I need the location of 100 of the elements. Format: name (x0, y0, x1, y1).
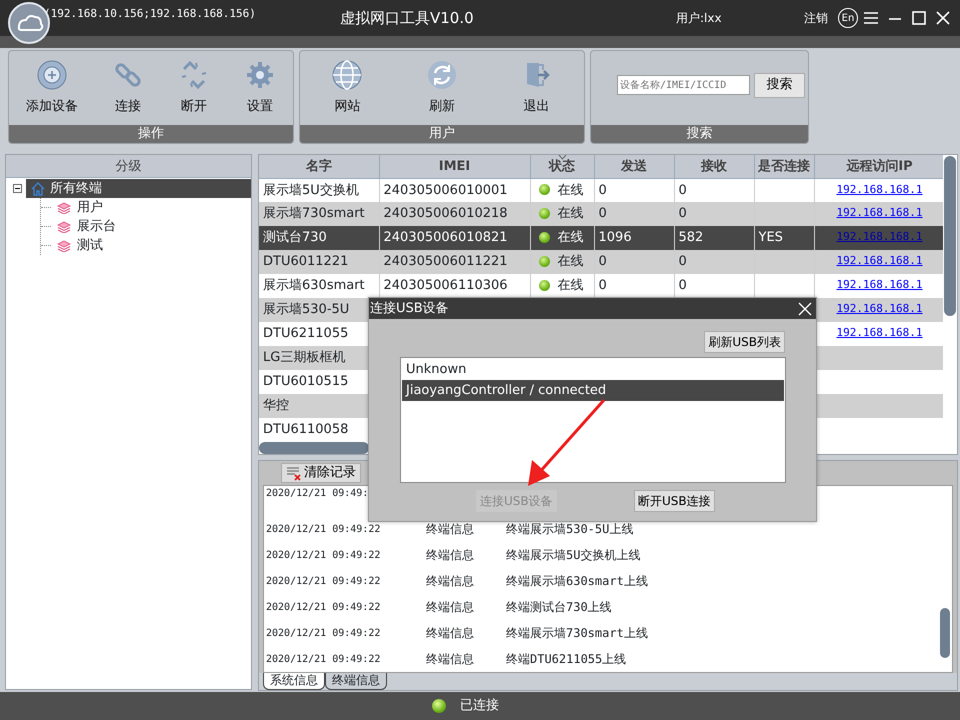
log-time: 2020/12/21 09:49:22 (266, 574, 382, 588)
log-tab[interactable]: 终端信息 (325, 673, 387, 690)
table-cell: 在线 (558, 206, 584, 222)
table-cell: 展示墙630smart (259, 274, 379, 298)
log-category: 终端信息 (426, 521, 475, 538)
group-label: 操作 (9, 125, 293, 143)
table-cell: 0 (594, 274, 674, 298)
layers-icon (57, 240, 71, 252)
table-row[interactable]: DTU6011221 240305006011221 在线 0 0 192.168.168.1 (259, 250, 943, 274)
clear-list-icon (286, 465, 302, 481)
table-cell: DTU6011221 (259, 250, 379, 274)
panel-header: 分级 (6, 155, 251, 178)
toolbar-button[interactable]: 刷新 (426, 59, 458, 117)
search-field[interactable]: 设备名称/IMEI/ICCID (617, 75, 750, 95)
language-button[interactable]: En (838, 8, 858, 28)
table-cell: YES (754, 226, 814, 250)
log-time: 2020/12/21 09:49:22 (266, 522, 382, 536)
column-header[interactable]: 状态 (530, 155, 594, 178)
ip-link[interactable]: 192.168.168.1 (836, 182, 923, 196)
log-category: 终端信息 (426, 651, 475, 668)
log-category: 终端信息 (426, 599, 475, 616)
toolbar-button[interactable]: 设置 (244, 59, 276, 117)
table-cell: 展示墙730smart (259, 202, 379, 226)
table-row[interactable]: 展示墙730smart 240305006010218 在线 0 0 192.168.168.1 (259, 202, 943, 226)
refresh-usb-button[interactable]: 刷新USB列表 (704, 331, 785, 353)
close-icon[interactable] (934, 9, 952, 27)
home-icon (30, 180, 46, 196)
maximize-icon[interactable] (910, 9, 928, 27)
address-text: (192.168.10.156;192.168.168.156) (44, 6, 257, 22)
ip-link[interactable]: 192.168.168.1 (836, 326, 923, 339)
scrollbar-thumb[interactable] (944, 156, 956, 316)
table-row[interactable]: 展示墙5U交换机 240305006010001 在线 0 0 192.168.168.1 (259, 178, 943, 202)
window-title: 虚拟网口工具V10.0 (340, 8, 475, 29)
table-cell: 0 (594, 250, 674, 274)
log-time: 2020/12/21 09:49: (266, 486, 370, 500)
log-category: 终端信息 (426, 625, 475, 642)
toolbar-button[interactable]: 连接 (112, 59, 144, 117)
log-message: 终端DTU6211055上线 (506, 651, 626, 668)
table-cell: 在线 (558, 230, 584, 246)
globe-icon (331, 59, 364, 92)
column-header[interactable]: 发送 (594, 155, 674, 178)
group-label: 搜索 (591, 125, 808, 143)
toolbar-button[interactable]: 添加设备 (26, 59, 78, 117)
clear-log-button[interactable]: 清除记录 (281, 463, 361, 483)
table-cell: 1096 (594, 226, 674, 250)
table-cell: 展示墙5U交换机 (259, 178, 379, 202)
table-cell: 在线 (558, 254, 584, 270)
log-tab[interactable]: 系统信息 (263, 673, 325, 690)
scrollbar-thumb[interactable] (259, 442, 369, 454)
column-header[interactable]: 名字 (259, 155, 379, 178)
table-cell: 0 (674, 274, 754, 298)
table-cell: 240305006010821 (379, 226, 530, 250)
table-row[interactable]: 展示墙630smart 240305006110306 在线 0 0 192.168.168.1 (259, 274, 943, 298)
table-cell: 0 (674, 202, 754, 226)
table-cell: 在线 (558, 278, 584, 294)
menu-icon[interactable] (862, 9, 880, 27)
tree-item[interactable]: 用户 (77, 198, 103, 218)
logout-link[interactable]: 注销 (804, 9, 828, 27)
log-message: 终端展示墙630smart上线 (506, 573, 648, 590)
dialog-button[interactable]: 断开USB连接 (634, 490, 715, 512)
scrollbar-thumb[interactable] (940, 608, 950, 658)
tree-label: 所有终端 (50, 180, 102, 198)
tree-item[interactable]: 展示台 (77, 216, 116, 236)
toolbar-button[interactable]: 网站 (331, 59, 364, 117)
ip-link[interactable]: 192.168.168.1 (836, 278, 923, 291)
table-cell: 0 (674, 178, 754, 202)
group-label: 用户 (300, 125, 584, 143)
tree-item[interactable]: 测试 (77, 236, 103, 256)
table-cell: 0 (594, 202, 674, 226)
table-cell: 240305006110306 (379, 274, 530, 298)
table-cell: 240305006011221 (379, 250, 530, 274)
table-row[interactable]: 测试台730 240305006010821 在线 1096 582 YES 192.168.168.1 (259, 226, 943, 250)
table-cell: 测试台730 (259, 226, 379, 250)
sort-icon (558, 155, 567, 160)
close-icon[interactable] (798, 302, 812, 316)
log-time: 2020/12/21 09:49:22 (266, 600, 382, 614)
device-item[interactable]: JiaoyangController / connected (402, 380, 784, 401)
column-header[interactable]: 是否连接 (754, 155, 814, 178)
tree-item[interactable]: 所有终端 (26, 179, 251, 198)
toolbar-button[interactable]: 退出 (520, 59, 553, 117)
log-time: 2020/12/21 09:49:22 (266, 626, 382, 640)
log-message: 终端展示墙5U交换机上线 (506, 547, 640, 564)
column-header[interactable]: 接收 (674, 155, 754, 178)
table-cell: 240305006010218 (379, 202, 530, 226)
log-category: 终端信息 (426, 547, 475, 564)
table-cell: 0 (674, 250, 754, 274)
table-cell: 582 (674, 226, 754, 250)
search-button[interactable]: 搜索 (754, 72, 805, 98)
user-label: 用户:lxx (676, 10, 723, 27)
column-header[interactable]: IMEI (379, 155, 530, 178)
table-cell: 在线 (558, 182, 584, 198)
layers-icon (57, 202, 71, 214)
collapse-icon[interactable] (13, 184, 22, 193)
toolbar-button[interactable]: 断开 (178, 59, 210, 117)
column-header[interactable]: 远程访问IP (814, 155, 943, 178)
table-cell: 240305006010001 (379, 178, 530, 202)
device-item[interactable]: Unknown (402, 359, 784, 380)
log-time: 2020/12/21 09:49:22 (266, 652, 382, 666)
log-message: 终端展示墙530-5U上线 (506, 521, 634, 538)
layers-icon (57, 220, 71, 232)
